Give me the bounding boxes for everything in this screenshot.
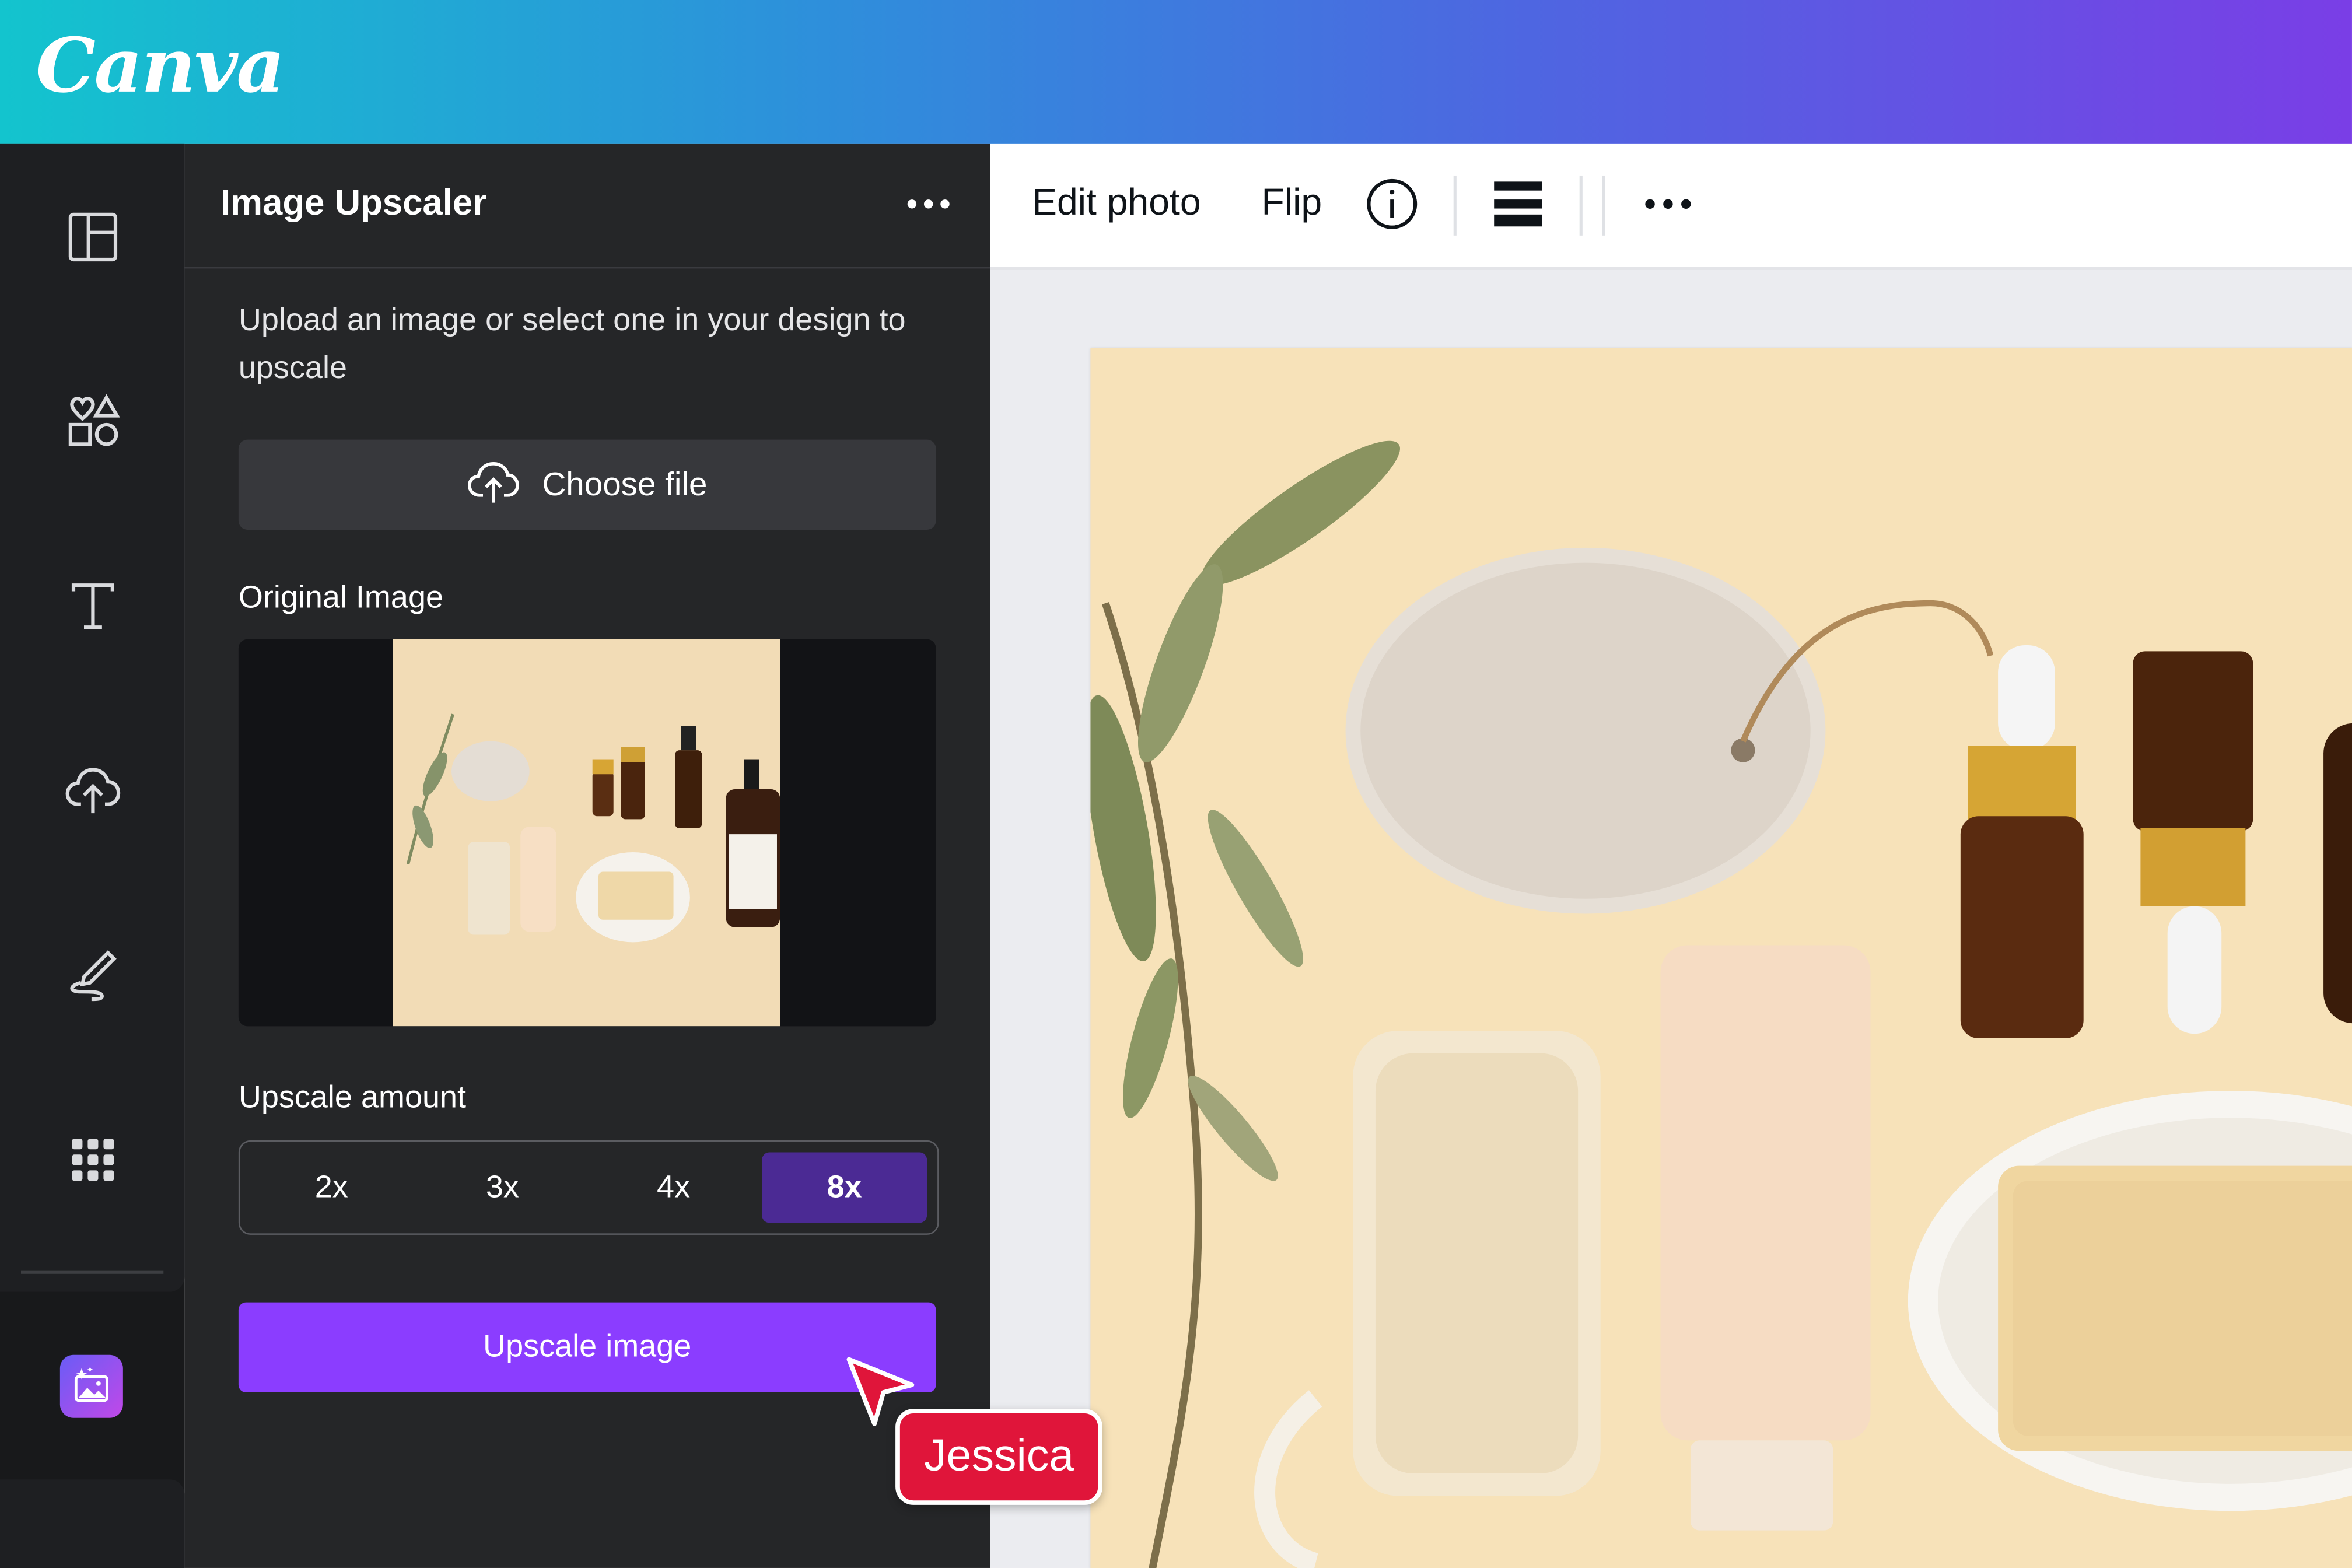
- side-rail-top: [0, 144, 185, 1292]
- side-rail: [0, 144, 185, 1568]
- more-actions-icon[interactable]: [1638, 174, 1698, 234]
- skincare-products-photo: [1090, 348, 2352, 1568]
- collaborator-name-tag: Jessica: [895, 1409, 1103, 1505]
- toolbar-separator: [1602, 175, 1605, 236]
- panel-description: Upload an image or select one in your de…: [238, 303, 906, 386]
- templates-icon[interactable]: [54, 198, 132, 276]
- choose-file-button[interactable]: Choose file: [238, 439, 936, 530]
- top-bar: Canva: [0, 0, 2352, 144]
- more-options-icon[interactable]: [901, 177, 956, 232]
- upscale-image-button[interactable]: Upscale image: [238, 1302, 936, 1393]
- flip-button[interactable]: Flip: [1262, 181, 1322, 225]
- editor-toolbar: Edit photo Flip: [990, 144, 2352, 270]
- position-icon[interactable]: [1488, 174, 1548, 234]
- upscale-option-3x[interactable]: 3x: [420, 1152, 585, 1223]
- original-image-thumbnail: [393, 639, 780, 1027]
- original-image-label: Original Image: [238, 580, 444, 615]
- rail-divider: [20, 1270, 164, 1274]
- upscale-option-2x[interactable]: 2x: [249, 1152, 414, 1223]
- design-canvas[interactable]: [990, 270, 2352, 1568]
- edit-photo-button[interactable]: Edit photo: [1032, 181, 1201, 225]
- toolbar-separator: [1453, 175, 1457, 236]
- toolbar-separator: [1579, 175, 1583, 236]
- panel-header: Image Upscaler: [184, 144, 991, 269]
- side-rail-bottom: [0, 1479, 185, 1568]
- choose-file-label: Choose file: [542, 465, 708, 503]
- upscale-option-4x[interactable]: 4x: [591, 1152, 756, 1223]
- upscale-amount-label: Upscale amount: [238, 1080, 467, 1115]
- image-upscaler-app-icon[interactable]: [60, 1354, 123, 1418]
- original-image-preview: [238, 639, 936, 1027]
- upscale-amount-selector: 2x 3x 4x 8x: [238, 1140, 939, 1235]
- cloud-upload-icon: [467, 458, 522, 512]
- canva-logo[interactable]: Canva: [36, 21, 285, 110]
- elements-icon[interactable]: [54, 383, 132, 461]
- draw-icon[interactable]: [54, 936, 132, 1014]
- upscale-option-8x[interactable]: 8x: [762, 1152, 928, 1223]
- info-icon[interactable]: [1362, 174, 1422, 234]
- apps-icon[interactable]: [54, 1121, 132, 1199]
- uploads-icon[interactable]: [54, 752, 132, 830]
- design-photo[interactable]: [1090, 348, 2352, 1568]
- text-icon[interactable]: [54, 567, 132, 645]
- panel-title: Image Upscaler: [220, 183, 487, 224]
